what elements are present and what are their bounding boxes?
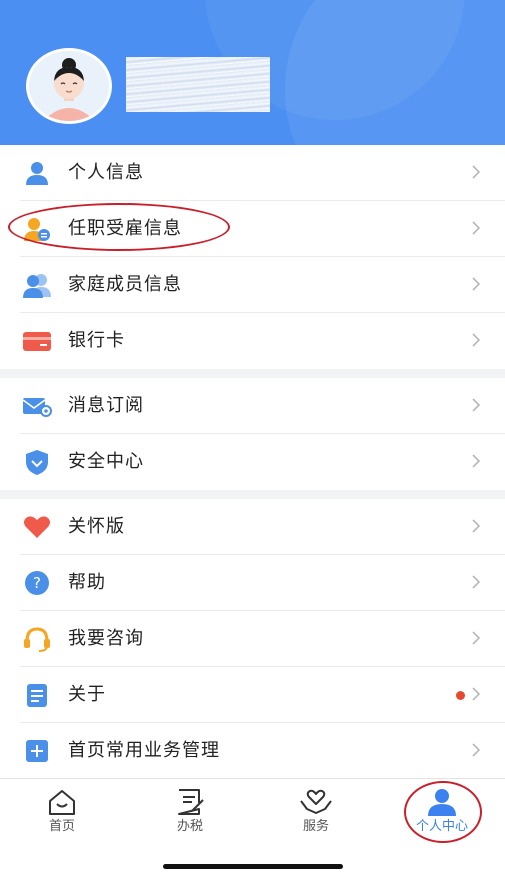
shield-icon bbox=[26, 450, 48, 475]
employment-icon bbox=[24, 218, 50, 241]
heart-icon bbox=[24, 516, 50, 538]
tab-home[interactable]: 首页 bbox=[22, 787, 102, 843]
mail-subscribe-icon bbox=[22, 398, 52, 417]
menu-item-help[interactable]: ? 帮助 bbox=[0, 555, 505, 611]
menu-item-label: 帮助 bbox=[68, 572, 106, 593]
chevron-right-icon bbox=[472, 631, 481, 645]
home-indicator bbox=[163, 864, 343, 869]
menu-item-label: 任职受雇信息 bbox=[68, 218, 182, 239]
menu-item-homepage-business-management[interactable]: 首页常用业务管理 bbox=[0, 723, 505, 779]
menu-item-label: 首页常用业务管理 bbox=[68, 740, 220, 761]
menu-item-employment-info[interactable]: 任职受雇信息 bbox=[0, 201, 505, 257]
menu-list: 个人信息 任职受雇信息 家庭成员信息 银行卡 消息订阅 安全中心 关怀版 ? 帮… bbox=[0, 145, 505, 779]
user-center-icon bbox=[428, 789, 456, 816]
tab-label: 个人中心 bbox=[415, 819, 468, 834]
chevron-right-icon bbox=[472, 575, 481, 589]
menu-item-bank-card[interactable]: 银行卡 bbox=[0, 313, 505, 369]
chevron-right-icon bbox=[472, 687, 481, 701]
tax-form-icon bbox=[178, 789, 204, 815]
menu-item-label: 关于 bbox=[68, 684, 106, 705]
menu-item-care-version[interactable]: 关怀版 bbox=[0, 499, 505, 555]
tab-label: 首页 bbox=[48, 819, 75, 834]
profile-header bbox=[0, 0, 505, 145]
menu-item-label: 消息订阅 bbox=[68, 395, 144, 416]
service-hands-icon bbox=[300, 789, 332, 814]
menu-item-label: 我要咨询 bbox=[68, 628, 144, 649]
username-redacted bbox=[126, 57, 270, 112]
notification-dot bbox=[456, 691, 465, 700]
menu-item-label: 安全中心 bbox=[68, 451, 144, 472]
help-icon: ? bbox=[25, 571, 49, 595]
female-avatar-icon bbox=[29, 51, 109, 121]
menu-item-family-info[interactable]: 家庭成员信息 bbox=[0, 257, 505, 313]
menu-item-message-subscribe[interactable]: 消息订阅 bbox=[0, 378, 505, 434]
chevron-right-icon bbox=[472, 743, 481, 757]
chevron-right-icon bbox=[472, 519, 481, 533]
chevron-right-icon bbox=[472, 333, 481, 347]
menu-item-label: 关怀版 bbox=[68, 516, 125, 537]
svg-text:?: ? bbox=[33, 574, 41, 592]
plus-square-icon bbox=[26, 740, 48, 762]
menu-item-label: 家庭成员信息 bbox=[68, 274, 182, 295]
tab-label: 办税 bbox=[176, 819, 203, 834]
section-divider bbox=[0, 490, 505, 499]
person-icon bbox=[26, 162, 48, 185]
tab-tax[interactable]: 办税 bbox=[150, 787, 230, 843]
section-divider bbox=[0, 369, 505, 378]
menu-item-personal-info[interactable]: 个人信息 bbox=[0, 145, 505, 201]
menu-item-label: 银行卡 bbox=[68, 330, 125, 351]
chevron-right-icon bbox=[472, 165, 481, 179]
tab-personal-center[interactable]: 个人中心 bbox=[402, 787, 482, 843]
tab-service[interactable]: 服务 bbox=[276, 787, 356, 843]
menu-item-security-center[interactable]: 安全中心 bbox=[0, 434, 505, 490]
chevron-right-icon bbox=[472, 277, 481, 291]
family-icon bbox=[23, 274, 51, 298]
home-icon bbox=[49, 790, 75, 815]
menu-item-about[interactable]: 关于 bbox=[0, 667, 505, 723]
headset-icon bbox=[24, 627, 50, 652]
document-icon bbox=[27, 684, 47, 707]
chevron-right-icon bbox=[472, 221, 481, 235]
menu-item-label: 个人信息 bbox=[68, 162, 144, 183]
chevron-right-icon bbox=[472, 398, 481, 412]
tab-label: 服务 bbox=[302, 819, 329, 834]
menu-item-consult[interactable]: 我要咨询 bbox=[0, 611, 505, 667]
bank-card-icon bbox=[23, 332, 51, 351]
avatar[interactable] bbox=[26, 48, 112, 124]
chevron-right-icon bbox=[472, 454, 481, 468]
